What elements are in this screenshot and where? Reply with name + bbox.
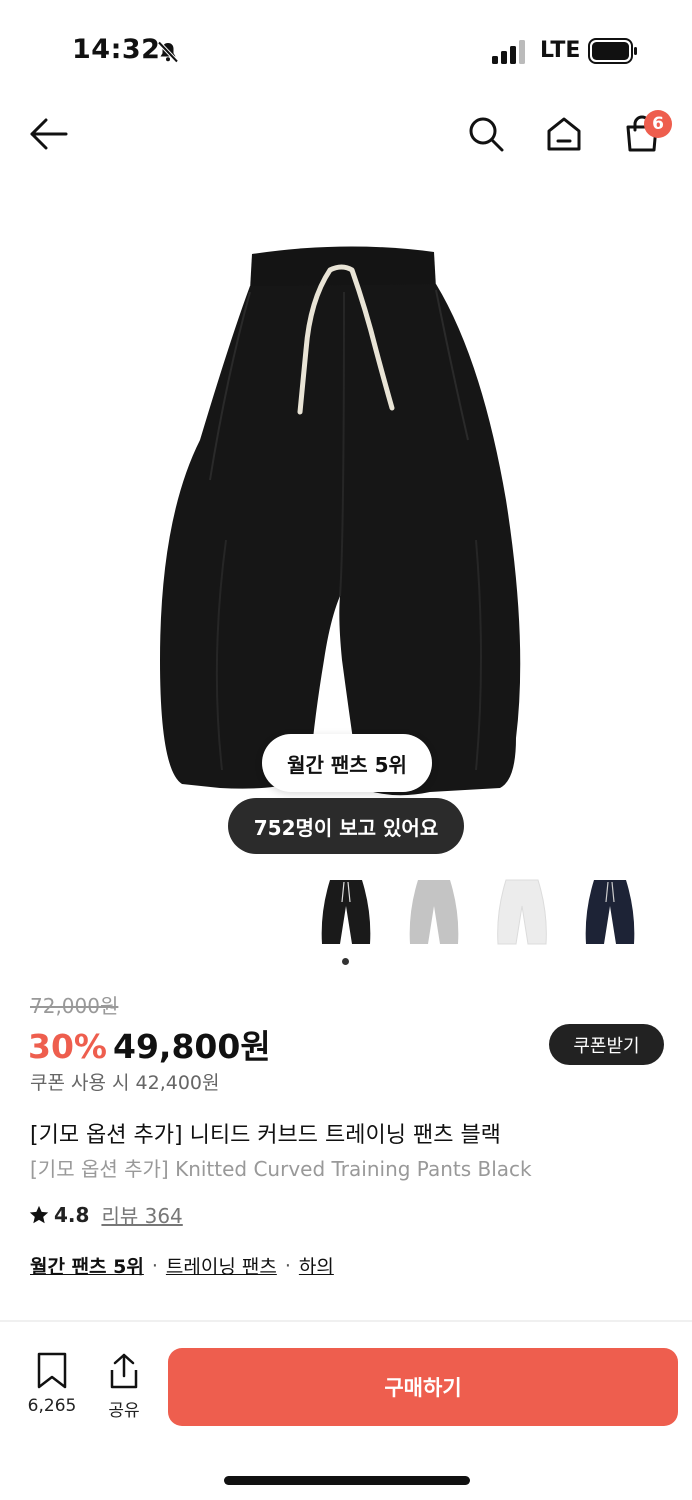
star-icon — [29, 1205, 49, 1223]
battery-icon — [588, 38, 637, 64]
network-label: LTE — [540, 38, 581, 63]
tag-separator: · — [151, 1254, 158, 1277]
status-bar: 14:32 LTE — [0, 0, 692, 100]
pants-thumbnail-icon — [321, 880, 371, 944]
bell-muted-icon — [157, 41, 179, 63]
pants-thumbnail-icon — [409, 880, 459, 944]
tag-category[interactable]: 트레이닝 팬츠 — [166, 1252, 277, 1279]
signal-icon — [492, 40, 525, 64]
bottom-action-bar: 6,265 공유 구매하기 — [0, 1330, 692, 1440]
color-option-gray[interactable] — [404, 872, 464, 952]
back-button[interactable] — [26, 112, 70, 156]
share-label: 공유 — [108, 1401, 140, 1421]
buy-button[interactable]: 구매하기 — [168, 1348, 678, 1426]
product-image[interactable] — [130, 240, 562, 800]
price-row: 30% 49,800원 — [28, 1020, 271, 1068]
coupon-price: 쿠폰 사용 시 42,400원 — [30, 1072, 220, 1094]
coupon-button[interactable]: 쿠폰받기 — [549, 1024, 664, 1065]
discount-rate: 30% — [28, 1027, 107, 1066]
share-button[interactable]: 공유 — [96, 1352, 152, 1422]
product-title-en: [기모 옵션 추가] Knitted Curved Training Pants… — [30, 1157, 532, 1181]
wishlist-button[interactable]: 6,265 — [20, 1352, 84, 1422]
home-button[interactable] — [542, 112, 586, 156]
viewers-chip: 752명이 보고 있어요 — [228, 798, 464, 854]
home-icon — [547, 117, 581, 151]
status-time: 14:32 — [72, 34, 161, 65]
top-nav — [0, 100, 692, 170]
wishlist-count: 6,265 — [27, 1396, 77, 1416]
bookmark-icon — [37, 1352, 67, 1389]
pants-thumbnail-icon — [497, 879, 547, 945]
review-link[interactable]: 리뷰 364 — [101, 1200, 182, 1229]
original-price: 72,000원 — [30, 994, 119, 1018]
color-option-navy[interactable] — [580, 872, 640, 952]
category-tags: 월간 팬츠 5위 · 트레이닝 팬츠 · 하의 — [30, 1252, 334, 1279]
sale-price: 49,800원 — [113, 1027, 271, 1066]
search-button[interactable] — [464, 112, 508, 156]
divider — [0, 1320, 692, 1322]
rating-row: 4.8 리뷰 364 — [28, 1200, 183, 1229]
tag-rank[interactable]: 월간 팬츠 5위 — [30, 1252, 144, 1279]
tag-separator: · — [284, 1254, 291, 1277]
product-title: [기모 옵션 추가] 니티드 커브드 트레이닝 팬츠 블랙 — [30, 1123, 501, 1148]
share-icon — [110, 1353, 138, 1389]
carousel-indicator — [342, 958, 349, 965]
rating-value: 4.8 — [54, 1202, 90, 1227]
color-option-black[interactable] — [316, 872, 376, 952]
arrow-left-icon — [30, 118, 68, 150]
cart-count-badge: 6 — [644, 110, 672, 138]
search-icon — [469, 117, 504, 152]
tag-parent-category[interactable]: 하의 — [299, 1252, 334, 1279]
home-indicator — [224, 1476, 470, 1485]
rank-chip[interactable]: 월간 팬츠 5위 — [262, 734, 432, 792]
pants-thumbnail-icon — [585, 880, 635, 944]
color-option-white[interactable] — [492, 872, 552, 952]
